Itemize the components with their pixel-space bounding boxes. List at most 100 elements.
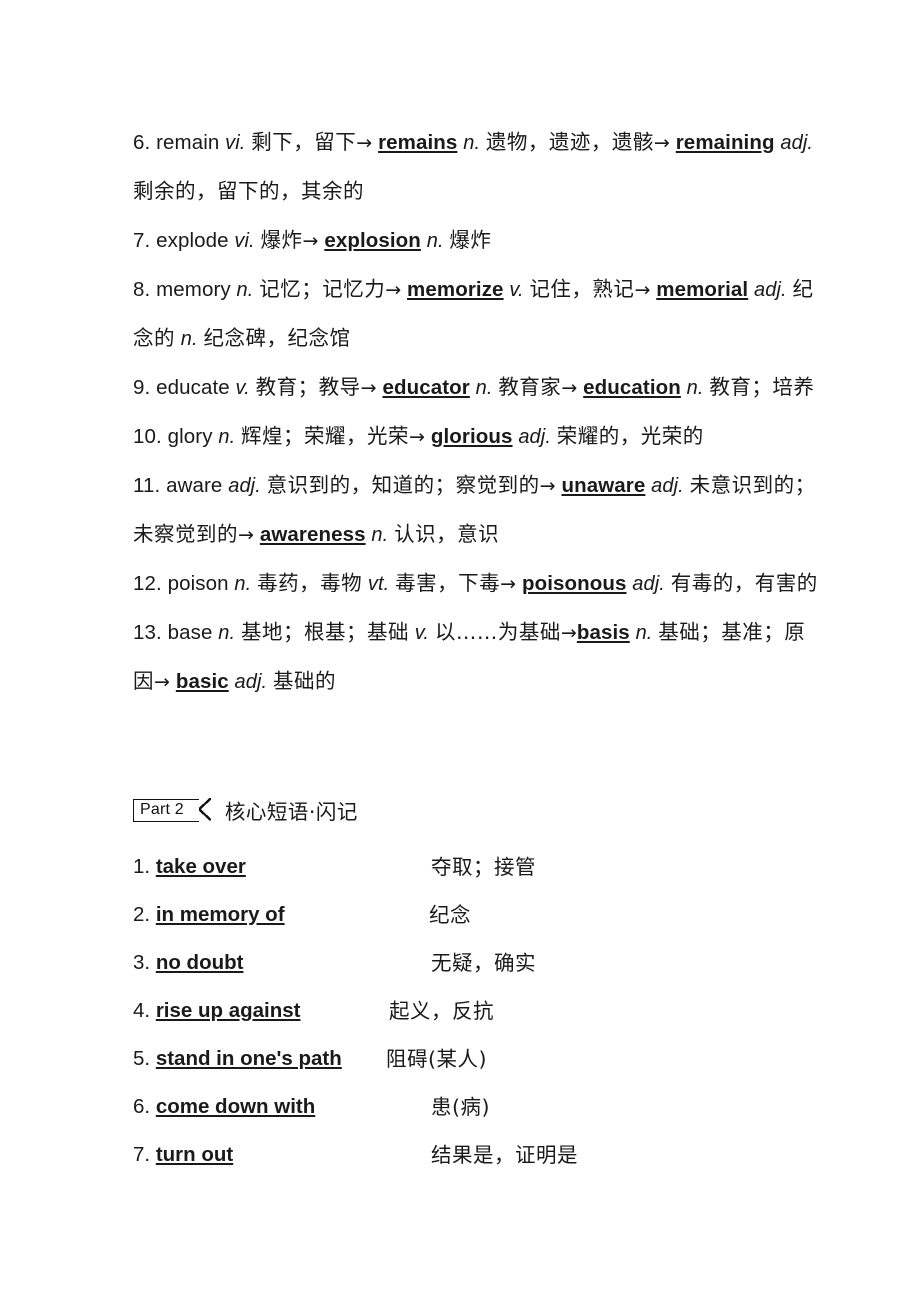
vocab-entry-8: 8. memory n. 记忆；记忆力→ memorize v. 记住，熟记→ … [133,265,823,363]
vocab-entry-11: 11. aware adj. 意识到的，知道的；察觉到的→ unaware ad… [133,461,823,559]
entry-gloss-extra: 毒害，下毒 [395,571,501,595]
entry-pos: n. [218,622,236,644]
phrase-english: come down with [155,1095,316,1118]
entry-number: 9. [133,376,151,399]
entry-headword: remain [156,131,220,154]
phrase-english-wrapper: 4. rise up against [133,999,301,1022]
arrow-icon: → [302,230,319,252]
entry-derivative-1-gloss: 有毒的，有害的 [670,571,818,595]
entry-pos: n. [218,426,236,448]
entry-derivative-1-pos: adj. [651,475,684,497]
entry-pos-extra: v. [414,622,430,644]
entry-headword: memory [156,278,231,301]
phrase-row: 4. rise up against 起义，反抗 [133,987,833,1035]
vocab-entry-10: 10. glory n. 辉煌；荣耀，光荣→ glorious adj. 荣耀的… [133,412,823,461]
vocab-entry-12: 12. poison n. 毒药，毒物 vt. 毒害，下毒→ poisonous… [133,559,823,608]
arrow-icon: → [634,279,651,301]
vocab-entry-7: 7. explode vi. 爆炸→ explosion n. 爆炸 [133,216,823,265]
entry-derivative-1-pos: n. [463,132,481,154]
phrase-english-wrapper: 6. come down with [133,1095,315,1118]
arrow-icon: → [154,671,171,693]
entry-derivative-2-pos: adj. [234,671,268,693]
phrase-chinese: 纪念 [429,903,471,927]
phrase-number: 7. [133,1143,151,1166]
entry-derivative-1: educator [382,376,470,399]
entry-derivative-2-pos: n. [686,377,704,399]
phrase-number: 3. [133,951,151,974]
phrase-english-wrapper: 5. stand in one's path [133,1047,342,1070]
phrase-english-wrapper: 2. in memory of [133,903,285,926]
entry-pos: v. [235,377,250,399]
entry-gloss: 毒药，毒物 [257,571,363,595]
phrase-chinese: 阻碍(某人) [386,1047,487,1071]
part-2-badge: Part 2 [133,797,211,822]
entry-derivative-1-gloss: 教育家 [498,375,562,399]
entry-derivative-1-gloss: 荣耀的，光荣的 [556,424,704,448]
entry-derivative-1: memorize [407,278,504,301]
entry-derivative-1-pos: adj. [632,573,665,595]
phrase-english: stand in one's path [155,1047,342,1070]
arrow-icon: → [500,573,517,595]
phrase-number: 6. [133,1095,151,1118]
entry-pos-extra: vt. [367,573,390,595]
phrase-chinese: 结果是，证明是 [431,1143,578,1167]
entry-derivative-1-pos: v. [509,279,524,301]
phrase-number: 2. [133,903,151,926]
arrow-icon: → [539,475,556,497]
arrow-icon: → [238,524,255,546]
entry-pos: n. [234,573,252,595]
phrase-english-wrapper: 1. take over [133,855,246,878]
arrow-icon: → [653,132,670,154]
entry-headword: glory [167,425,213,448]
phrase-row: 3. no doubt 无疑，确实 [133,939,833,987]
entry-derivative-2: education [583,376,681,399]
arrow-icon: → [409,426,426,448]
phrase-chinese: 无疑，确实 [431,951,536,975]
phrase-chinese: 起义，反抗 [389,999,494,1023]
vocab-entry-13: 13. base n. 基地；根基；基础 v. 以……为基础→basis n. … [133,608,823,706]
entry-gloss: 教育；教导 [255,375,361,399]
vocab-entry-6: 6. remain vi. 剩下，留下→ remains n. 遗物，遗迹，遗骸… [133,118,823,216]
entry-derivative-2-pos: adj. [780,132,814,154]
entry-pos: n. [236,279,254,301]
entry-derivative-1-pos: n. [426,230,444,252]
entry-headword: educate [156,376,230,399]
entry-gloss: 剩下，留下 [251,130,357,154]
entry-derivative-1: glorious [430,425,513,448]
phrase-row: 2. in memory of 纪念 [133,891,833,939]
document-page: 6. remain vi. 剩下，留下→ remains n. 遗物，遗迹，遗骸… [0,0,920,1302]
entry-number: 6. [133,131,151,154]
entry-derivative-2: awareness [259,523,366,546]
entry-number: 13. [133,621,162,644]
entry-derivative-2-pos: n. [371,524,389,546]
phrase-row: 5. stand in one's path 阻碍(某人) [133,1035,833,1083]
entry-gloss: 意识到的，知道的；察觉到的 [266,473,540,497]
arrow-icon: → [561,377,578,399]
entry-gloss-extra: 以……为基础 [434,620,561,644]
entry-derivative-1: basis [576,621,630,644]
phrase-chinese: 患(病) [431,1095,490,1119]
arrow-icon: → [560,622,577,644]
vocab-entry-9: 9. educate v. 教育；教导→ educator n. 教育家→ ed… [133,363,823,412]
entry-derivative-1: poisonous [521,572,627,595]
entry-derivative-2: memorial [656,278,749,301]
arrow-icon: → [360,377,377,399]
entry-derivative-1: unaware [561,474,646,497]
entry-derivative-2: basic [175,670,229,693]
entry-gloss: 爆炸 [260,228,303,252]
entry-headword: poison [167,572,229,595]
phrase-english-wrapper: 3. no doubt [133,951,243,974]
entry-derivative-2-pos-alt: n. [180,328,198,350]
entry-derivative-2-gloss: 基础的 [273,669,336,693]
entry-derivative-2-gloss: 认识，意识 [394,522,500,546]
arrow-icon: → [356,132,373,154]
phrase-row: 7. turn out 结果是，证明是 [133,1131,833,1179]
part-2-header: Part 2 核心短语·闪记 [133,797,358,824]
phrase-number: 4. [133,999,151,1022]
phrase-english: in memory of [155,903,285,926]
entry-gloss: 辉煌；荣耀，光荣 [241,424,410,448]
phrase-english: rise up against [155,999,301,1022]
entry-number: 7. [133,229,151,252]
entry-pos: vi. [225,132,246,154]
entry-derivative-1-pos: n. [635,622,653,644]
